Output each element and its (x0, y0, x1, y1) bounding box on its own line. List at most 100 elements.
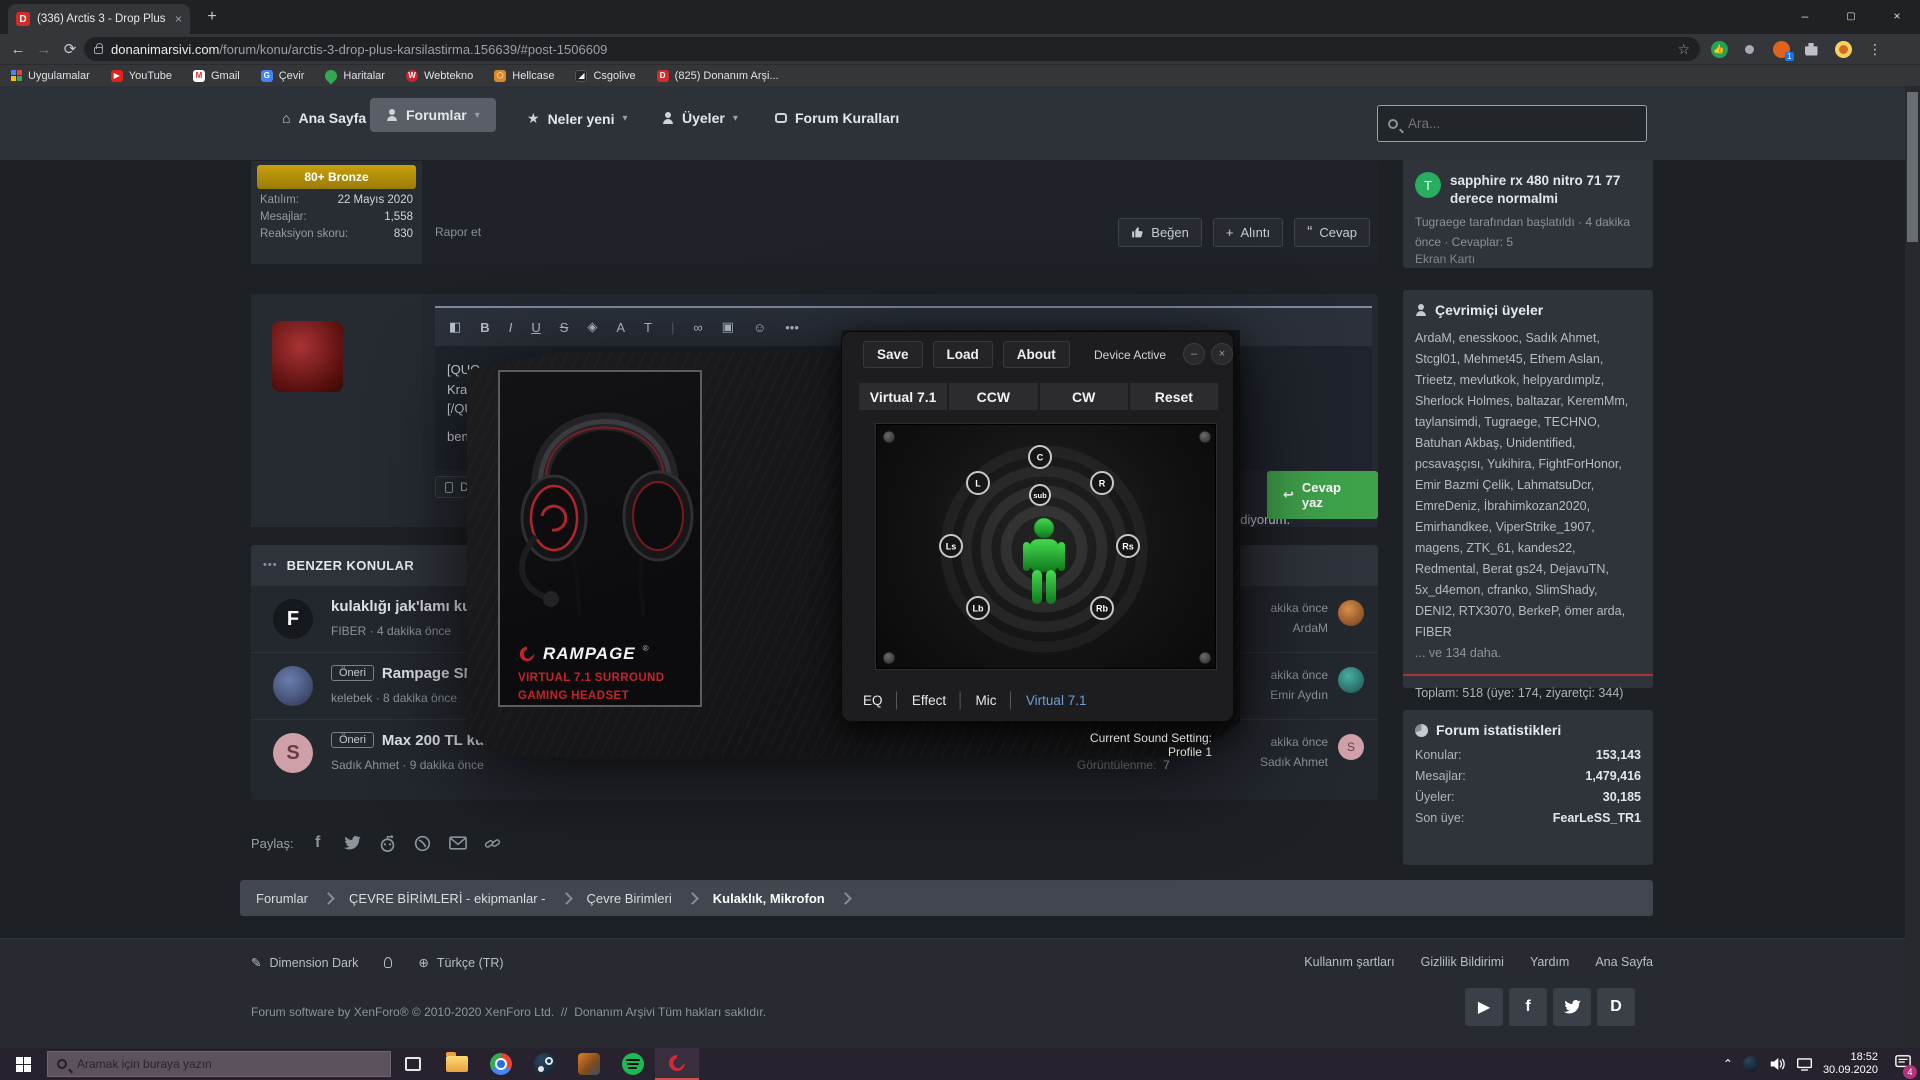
tab-virtual-71-bottom[interactable]: Virtual 7.1 (1026, 693, 1087, 708)
taskbar-search-input[interactable] (75, 1056, 381, 1072)
rampage-app-icon[interactable] (655, 1048, 699, 1080)
file-explorer-icon[interactable] (435, 1048, 479, 1080)
tab-effect[interactable]: Effect (912, 693, 946, 708)
extension-orange-icon[interactable]: 1 (1770, 38, 1792, 60)
share-twitter-icon[interactable] (342, 832, 364, 854)
reply-button[interactable]: “Cevap (1294, 218, 1370, 247)
taskbar-search[interactable] (47, 1051, 391, 1077)
share-facebook-icon[interactable]: f (307, 832, 329, 854)
speaker-right[interactable]: R (1091, 472, 1113, 494)
like-button[interactable]: Beğen (1118, 218, 1202, 247)
footer-link-terms[interactable]: Kullanım şartları (1304, 955, 1394, 969)
nav-item-forums[interactable]: Forumlar▾ (370, 98, 496, 132)
speaker-left-back[interactable]: Lb (967, 597, 989, 619)
footer-link-help[interactable]: Yardım (1530, 955, 1569, 969)
nav-item-rules[interactable]: Forum Kuralları (775, 110, 899, 126)
bookmark-hellcase[interactable]: ⬡Hellcase (494, 70, 554, 82)
popup-minimize-button[interactable]: – (1183, 343, 1205, 365)
footer-link-privacy[interactable]: Gizlilik Bildirimi (1421, 955, 1504, 969)
breadcrumb-forums[interactable]: Forumlar (240, 891, 324, 906)
bookmark-donanim[interactable]: D(825) Donanım Arşi... (657, 70, 779, 82)
start-button[interactable] (16, 1057, 31, 1072)
steam-icon[interactable] (523, 1048, 567, 1080)
share-whatsapp-icon[interactable] (412, 832, 434, 854)
browser-tab[interactable]: D (336) Arctis 3 - Drop Plus Karşılaş × (8, 4, 190, 34)
window-minimize-button[interactable]: – (1782, 0, 1828, 32)
facebook-icon[interactable]: f (1509, 988, 1547, 1026)
extension-adblock-icon[interactable]: 👍 (1708, 38, 1730, 60)
bookmark-webtekno[interactable]: WWebtekno (406, 70, 473, 82)
forward-button[interactable]: → (32, 37, 56, 61)
bookmark-translate[interactable]: GÇevir (261, 70, 305, 82)
popup-close-button[interactable]: × (1211, 343, 1233, 365)
speaker-right-back[interactable]: Rb (1091, 597, 1113, 619)
bookmark-apps[interactable]: Uygulamalar (10, 70, 90, 82)
tab-close-icon[interactable]: × (175, 12, 182, 26)
profile-avatar[interactable] (1832, 38, 1854, 60)
speaker-center[interactable]: C (1029, 446, 1051, 468)
share-email-icon[interactable] (447, 832, 469, 854)
back-button[interactable]: ← (6, 37, 30, 61)
remove-format-icon[interactable]: ◧ (449, 319, 461, 335)
discord-icon[interactable]: D (1597, 988, 1635, 1026)
speaker-right-side[interactable]: Rs (1117, 535, 1139, 557)
new-tab-button[interactable]: + (200, 8, 224, 26)
bookmark-csgolive[interactable]: ◢Csgolive (575, 70, 635, 82)
footer-link-home[interactable]: Ana Sayfa (1595, 955, 1653, 969)
tab-mic[interactable]: Mic (976, 693, 997, 708)
taskbar-clock[interactable]: 18:5230.09.2020 (1823, 1051, 1878, 1077)
style-chooser[interactable]: ✎Dimension Dark (251, 955, 358, 970)
report-link[interactable]: Rapor et (435, 225, 481, 239)
tab-ccw[interactable]: CCW (949, 383, 1037, 410)
network-icon[interactable] (1796, 1057, 1813, 1072)
forum-search-box[interactable] (1377, 105, 1647, 142)
thread-title[interactable]: sapphire rx 480 nitro 71 77 derece norma… (1450, 172, 1641, 208)
page-scrollbar[interactable] (1905, 86, 1920, 1048)
tray-expand-icon[interactable]: ⌃ (1723, 1057, 1733, 1071)
window-close-button[interactable]: × (1874, 0, 1920, 32)
quote-button[interactable]: +Alıntı (1213, 218, 1283, 247)
share-link-icon[interactable] (482, 832, 504, 854)
tab-reset[interactable]: Reset (1130, 383, 1218, 410)
reload-button[interactable]: ⟳ (58, 37, 82, 61)
bookmark-star-icon[interactable]: ☆ (1677, 41, 1690, 58)
volume-icon[interactable] (1769, 1057, 1786, 1071)
language-chooser[interactable]: ⊕Türkçe (TR) (418, 955, 503, 970)
scrollbar-thumb[interactable] (1907, 92, 1918, 242)
extension-ring-icon[interactable] (1738, 38, 1760, 60)
sidebar-new-thread-card[interactable]: T sapphire rx 480 nitro 71 77 derece nor… (1403, 160, 1653, 268)
bookmark-gmail[interactable]: MGmail (193, 70, 240, 82)
bookmark-maps[interactable]: Haritalar (325, 70, 385, 82)
write-reply-button[interactable]: ↩Cevap yaz (1267, 471, 1378, 519)
breadcrumb-category[interactable]: ÇEVRE BİRİMLERİ - ekipmanlar - (333, 891, 562, 906)
tab-cw[interactable]: CW (1040, 383, 1128, 410)
save-button[interactable]: Save (863, 341, 923, 368)
load-button[interactable]: Load (933, 341, 993, 368)
tab-eq[interactable]: EQ (863, 693, 883, 708)
share-reddit-icon[interactable] (377, 832, 399, 854)
youtube-icon[interactable]: ▶ (1465, 988, 1503, 1026)
browser-menu-icon[interactable]: ⋮ (1864, 38, 1886, 60)
speaker-sub[interactable]: sub (1030, 485, 1050, 505)
steam-tray-icon[interactable] (1743, 1056, 1759, 1072)
nav-item-whats-new[interactable]: ★Neler yeni▾ (527, 110, 628, 127)
csgo-icon[interactable] (567, 1048, 611, 1080)
window-maximize-button[interactable]: ▢ (1828, 0, 1874, 32)
extensions-puzzle-icon[interactable] (1800, 38, 1822, 60)
speaker-left[interactable]: L (967, 472, 989, 494)
surround-stage[interactable]: C L R sub Ls Rs Lb Rb (876, 424, 1216, 669)
address-bar[interactable]: donanimarsivi.com/forum/konu/arctis-3-dr… (84, 37, 1700, 61)
speaker-left-side[interactable]: Ls (940, 535, 962, 557)
notification-center[interactable]: 4 (1894, 1054, 1912, 1075)
breadcrumb-subcategory[interactable]: Çevre Birimleri (571, 891, 688, 906)
twitter-icon[interactable] (1553, 988, 1591, 1026)
bookmark-youtube[interactable]: ▶YouTube (111, 70, 172, 82)
about-button[interactable]: About (1003, 341, 1070, 368)
search-input[interactable] (1406, 115, 1636, 132)
task-view-button[interactable] (391, 1048, 435, 1080)
chrome-icon[interactable] (479, 1048, 523, 1080)
spotify-icon[interactable] (611, 1048, 655, 1080)
nav-item-members[interactable]: Üyeler▾ (662, 110, 738, 126)
online-members-list[interactable]: ArdaM, enesskooc, Sadık Ahmet, Stcgl01, … (1415, 328, 1641, 643)
nav-item-home[interactable]: ⌂Ana Sayfa (282, 110, 366, 126)
